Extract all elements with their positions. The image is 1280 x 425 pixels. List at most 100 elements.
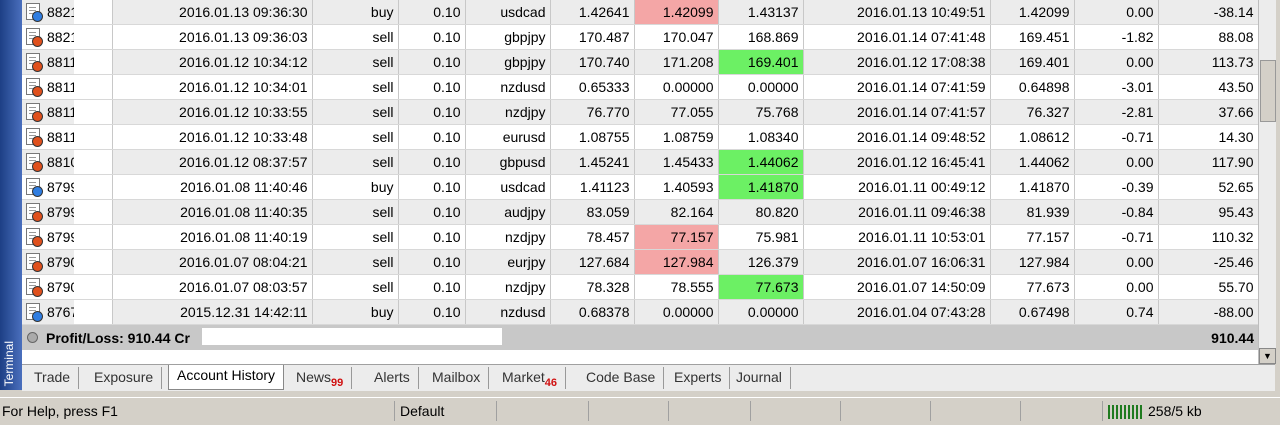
close-price-cell: 1.08612: [990, 124, 1075, 150]
table-row[interactable]: 8811 2016.01.12 10:34:12 sell 0.10 gbpjpy 170…: [22, 49, 1258, 75]
redacted-area: [74, 175, 111, 199]
type-cell: sell: [312, 149, 399, 175]
sell-dot-icon: [32, 111, 43, 122]
open-price-cell: 1.08755: [550, 124, 635, 150]
sell-dot-icon: [32, 211, 43, 222]
swap-cell: 0.00: [1074, 274, 1159, 300]
take-profit-cell: 1.43137: [718, 0, 804, 25]
tab-exposure[interactable]: Exposure: [86, 367, 163, 389]
open-price-cell: 78.457: [550, 224, 635, 250]
scrollbar-thumb[interactable]: [1260, 60, 1276, 122]
type-cell: sell: [312, 199, 399, 225]
stop-loss-cell: 0.00000: [634, 74, 719, 100]
profit-cell: 55.70: [1158, 274, 1258, 300]
terminal-label: Terminal: [2, 340, 16, 386]
table-row[interactable]: 8811 2016.01.12 10:34:01 sell 0.10 nzdusd 0.6…: [22, 74, 1258, 100]
take-profit-cell: 75.768: [718, 99, 804, 125]
size-cell: 0.10: [398, 149, 466, 175]
symbol-cell: nzdjpy: [465, 224, 551, 250]
table-row[interactable]: 8799 2016.01.08 11:40:46 buy 0.10 usdcad 1.41…: [22, 174, 1258, 200]
sell-dot-icon: [32, 261, 43, 272]
vertical-scrollbar[interactable]: ▼: [1258, 0, 1276, 364]
take-profit-cell: 169.401: [718, 49, 804, 75]
swap-cell: -0.71: [1074, 124, 1159, 150]
table-row[interactable]: 8767 2015.12.31 14:42:11 buy 0.10 nzdusd 0.68…: [22, 299, 1258, 325]
tab-news[interactable]: News99: [288, 367, 353, 389]
ticket-cell: 8811: [22, 124, 113, 150]
open-price-cell: 1.42641: [550, 0, 635, 25]
redacted-area: [74, 200, 111, 224]
terminal-side-strip: Terminal: [0, 0, 22, 390]
swap-cell: 0.00: [1074, 149, 1159, 175]
buy-dot-icon: [32, 11, 43, 22]
open-time-cell: 2016.01.12 10:33:48: [112, 124, 313, 150]
summary-label-cell: Profit/Loss: 910.44 Cr: [22, 324, 1158, 350]
table-row[interactable]: 8821 2016.01.13 09:36:30 buy 0.10 usdcad 1.42…: [22, 0, 1258, 25]
profit-cell: 43.50: [1158, 74, 1258, 100]
close-price-cell: 169.401: [990, 49, 1075, 75]
size-cell: 0.10: [398, 174, 466, 200]
tab-mailbox[interactable]: Mailbox: [424, 367, 490, 389]
table-row[interactable]: 8799 2016.01.08 11:40:35 sell 0.10 audjpy 83.…: [22, 199, 1258, 225]
ticket-cell: 8790: [22, 249, 113, 275]
swap-cell: 0.74: [1074, 299, 1159, 325]
order-document-icon: [26, 53, 43, 72]
tab-account-history[interactable]: Account History: [168, 365, 285, 390]
status-connection[interactable]: 258/5 kb: [1108, 401, 1278, 421]
open-time-cell: 2016.01.13 09:36:03: [112, 24, 313, 50]
order-document-icon: [26, 28, 43, 47]
swap-cell: 0.00: [1074, 49, 1159, 75]
close-time-cell: 2016.01.14 07:41:57: [803, 99, 991, 125]
close-price-cell: 0.67498: [990, 299, 1075, 325]
summary-icon: [27, 332, 38, 343]
table-row[interactable]: 8810 2016.01.12 08:37:57 sell 0.10 gbpusd 1.4…: [22, 149, 1258, 175]
open-price-cell: 1.41123: [550, 174, 635, 200]
size-cell: 0.10: [398, 24, 466, 50]
ticket-number: 8811: [47, 104, 78, 120]
open-time-cell: 2016.01.12 10:34:01: [112, 74, 313, 100]
ticket-number: 8811: [47, 79, 78, 95]
redacted-area: [74, 225, 111, 249]
take-profit-cell: 0.00000: [718, 299, 804, 325]
take-profit-cell: 0.00000: [718, 74, 804, 100]
status-cell-empty-5: [842, 401, 931, 421]
type-cell: sell: [312, 99, 399, 125]
tab-experts[interactable]: Experts: [666, 367, 731, 389]
tab-alerts[interactable]: Alerts: [366, 367, 419, 389]
tab-trade[interactable]: Trade: [26, 367, 80, 389]
profit-cell: 113.73: [1158, 49, 1258, 75]
sell-dot-icon: [32, 61, 43, 72]
stop-loss-cell: 0.00000: [634, 299, 719, 325]
status-profile: Default: [400, 401, 497, 421]
ticket-cell: 8810: [22, 149, 113, 175]
profit-cell: 88.08: [1158, 24, 1258, 50]
symbol-cell: audjpy: [465, 199, 551, 225]
tab-code-base[interactable]: Code Base: [578, 367, 665, 389]
order-document-icon: [26, 228, 43, 247]
status-help: For Help, press F1: [2, 401, 395, 421]
redacted-area: [74, 75, 111, 99]
table-row[interactable]: 8790 2016.01.07 08:04:21 sell 0.10 eurjpy 127…: [22, 249, 1258, 275]
tab-market[interactable]: Market46: [494, 367, 567, 389]
table-row[interactable]: 8799 2016.01.08 11:40:19 sell 0.10 nzdjpy 78.…: [22, 224, 1258, 250]
table-row[interactable]: 8811 2016.01.12 10:33:55 sell 0.10 nzdjpy 76.…: [22, 99, 1258, 125]
tab-label: Market: [502, 369, 545, 385]
close-time-cell: 2016.01.13 10:49:51: [803, 0, 991, 25]
sell-dot-icon: [32, 136, 43, 147]
symbol-cell: gbpusd: [465, 149, 551, 175]
tab-label: Code Base: [586, 369, 656, 385]
table-row[interactable]: 8811 2016.01.12 10:33:48 sell 0.10 eurusd 1.0…: [22, 124, 1258, 150]
close-time-cell: 2016.01.14 07:41:59: [803, 74, 991, 100]
stop-loss-cell: 1.40593: [634, 174, 719, 200]
table-row[interactable]: 8790 2016.01.07 08:03:57 sell 0.10 nzdjpy 78.…: [22, 274, 1258, 300]
table-row[interactable]: 8821 2016.01.13 09:36:03 sell 0.10 gbpjpy 170…: [22, 24, 1258, 50]
open-time-cell: 2016.01.12 10:33:55: [112, 99, 313, 125]
open-price-cell: 0.68378: [550, 299, 635, 325]
redacted-area: [74, 25, 111, 49]
tab-journal[interactable]: Journal: [728, 367, 791, 389]
order-document-icon: [26, 178, 43, 197]
close-price-cell: 1.42099: [990, 0, 1075, 25]
tab-label: News: [296, 369, 332, 385]
redacted-area: [74, 50, 111, 74]
scroll-down-arrow-icon[interactable]: ▼: [1259, 348, 1276, 364]
